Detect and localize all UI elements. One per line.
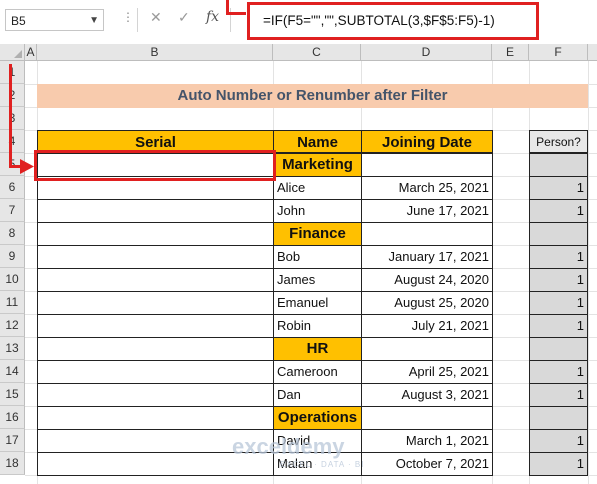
column-header-g[interactable] (588, 44, 597, 61)
serial-cell[interactable] (37, 222, 274, 246)
enter-icon[interactable]: ✓ (178, 9, 190, 26)
serial-cell[interactable] (37, 199, 274, 223)
row-header[interactable]: 14 (0, 360, 25, 383)
serial-cell[interactable] (37, 383, 274, 407)
person-cell[interactable]: 1 (529, 314, 588, 338)
person-cell[interactable] (529, 153, 588, 177)
name-cell[interactable]: Robin (273, 314, 362, 338)
joining-date-cell[interactable] (361, 337, 493, 361)
row-header[interactable]: 15 (0, 383, 25, 406)
column-header-b[interactable]: B (37, 44, 273, 61)
row-header[interactable]: 17 (0, 429, 25, 452)
joining-date-cell[interactable]: March 1, 2021 (361, 429, 493, 453)
person-cell[interactable] (529, 337, 588, 361)
row-header[interactable]: 12 (0, 314, 25, 337)
arrow-line (9, 64, 12, 168)
name-cell[interactable]: Dan (273, 383, 362, 407)
person-cell[interactable] (529, 406, 588, 430)
person-cell[interactable]: 1 (529, 429, 588, 453)
name-cell[interactable]: Emanuel (273, 291, 362, 315)
row-header[interactable]: 3 (0, 107, 25, 130)
sheet-title[interactable]: Auto Number or Renumber after Filter (37, 84, 588, 108)
row-header[interactable]: 9 (0, 245, 25, 268)
chevron-down-icon[interactable]: ▼ (89, 10, 99, 32)
person-cell[interactable]: 1 (529, 245, 588, 269)
serial-cell[interactable] (37, 337, 274, 361)
row-header[interactable]: 2 (0, 84, 25, 107)
serial-cell[interactable] (37, 291, 274, 315)
header-joining-date[interactable]: Joining Date (361, 130, 493, 153)
select-all-triangle-icon (14, 50, 22, 58)
column-header-f[interactable]: F (529, 44, 588, 61)
column-header-d[interactable]: D (361, 44, 492, 61)
gridline-vertical (588, 61, 589, 484)
department-cell[interactable]: Operations (273, 406, 362, 430)
joining-date-cell[interactable] (361, 406, 493, 430)
joining-date-cell[interactable]: August 24, 2020 (361, 268, 493, 292)
serial-cell[interactable] (37, 360, 274, 384)
joining-date-cell[interactable]: October 7, 2021 (361, 452, 493, 476)
cancel-icon[interactable]: ✕ (150, 9, 162, 26)
watermark-tagline: EXCEL · DATA · BI (280, 460, 365, 469)
insert-function-button[interactable]: fx (206, 9, 219, 25)
person-cell[interactable]: 1 (529, 291, 588, 315)
person-cell[interactable]: 1 (529, 452, 588, 476)
row-header[interactable]: 13 (0, 337, 25, 360)
row-header[interactable]: 10 (0, 268, 25, 291)
department-cell[interactable]: HR (273, 337, 362, 361)
joining-date-cell[interactable]: July 21, 2021 (361, 314, 493, 338)
column-header-e[interactable]: E (492, 44, 529, 61)
formula-input[interactable]: =IF(F5="","",SUBTOTAL(3,$F$5:F5)-1) (247, 2, 539, 40)
header-name[interactable]: Name (273, 130, 362, 153)
row-header[interactable]: 11 (0, 291, 25, 314)
name-cell[interactable]: Alice (273, 176, 362, 200)
serial-cell[interactable] (37, 268, 274, 292)
row-header[interactable]: 7 (0, 199, 25, 222)
row-header[interactable]: 8 (0, 222, 25, 245)
name-cell[interactable]: John (273, 199, 362, 223)
column-header-c[interactable]: C (273, 44, 361, 61)
person-cell[interactable]: 1 (529, 268, 588, 292)
header-person[interactable]: Person? (529, 130, 588, 153)
joining-date-cell[interactable]: August 25, 2020 (361, 291, 493, 315)
person-cell[interactable]: 1 (529, 176, 588, 200)
joining-date-cell[interactable]: January 17, 2021 (361, 245, 493, 269)
watermark-text: exceldemy (232, 434, 345, 459)
department-cell[interactable]: Marketing (273, 153, 362, 177)
name-cell[interactable]: James (273, 268, 362, 292)
formula-bar: B5 ▼ ⋮ ✕ ✓ fx =IF(F5="","",SUBTOTAL(3,$F… (0, 0, 597, 44)
name-box[interactable]: B5 ▼ (5, 9, 104, 31)
name-cell[interactable]: Bob (273, 245, 362, 269)
arrow-line (226, 12, 246, 15)
arrow-right-icon (20, 159, 34, 174)
divider (137, 8, 138, 32)
selected-cell-b5[interactable] (34, 150, 276, 181)
joining-date-cell[interactable]: June 17, 2021 (361, 199, 493, 223)
serial-cell[interactable] (37, 406, 274, 430)
joining-date-cell[interactable]: August 3, 2021 (361, 383, 493, 407)
row-header[interactable]: 18 (0, 452, 25, 475)
select-all-button[interactable] (0, 44, 25, 61)
watermark-logo: exceldemy (232, 434, 345, 460)
department-cell[interactable]: Finance (273, 222, 362, 246)
serial-cell[interactable] (37, 245, 274, 269)
person-cell[interactable]: 1 (529, 199, 588, 223)
name-cell[interactable]: Cameroon (273, 360, 362, 384)
row-header[interactable]: 6 (0, 176, 25, 199)
name-box-value: B5 (11, 14, 26, 28)
person-cell[interactable]: 1 (529, 383, 588, 407)
person-cell[interactable] (529, 222, 588, 246)
joining-date-cell[interactable] (361, 222, 493, 246)
row-header[interactable]: 1 (0, 61, 25, 84)
drag-handle-icon[interactable]: ⋮ (122, 10, 134, 24)
joining-date-cell[interactable]: April 25, 2021 (361, 360, 493, 384)
joining-date-cell[interactable]: March 25, 2021 (361, 176, 493, 200)
joining-date-cell[interactable] (361, 153, 493, 177)
row-header[interactable]: 4 (0, 130, 25, 153)
person-cell[interactable]: 1 (529, 360, 588, 384)
serial-cell[interactable] (37, 314, 274, 338)
column-header-a[interactable]: A (25, 44, 37, 61)
row-header[interactable]: 16 (0, 406, 25, 429)
